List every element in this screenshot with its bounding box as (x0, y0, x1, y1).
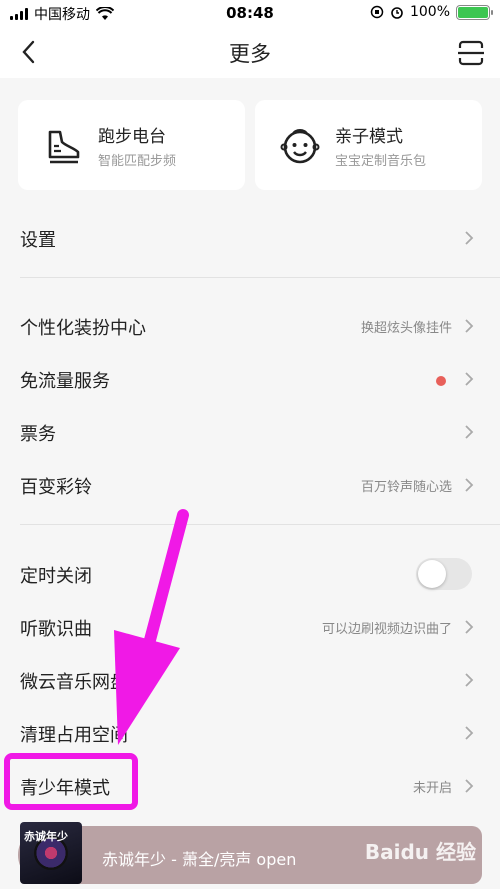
menu-item-sleep-timer[interactable]: 定时关闭 (0, 548, 500, 601)
baby-face-icon (280, 129, 320, 164)
menu-item-hint: 可以边刷视频边识曲了 (321, 622, 452, 637)
menu-item-hint: 未开启 (412, 781, 452, 796)
menu-item-label: 免流量服务 (20, 371, 110, 392)
rotation-lock-icon (370, 5, 384, 19)
card-subtitle: 宝宝定制音乐包 (335, 154, 427, 169)
menu-item-label: 设置 (20, 230, 56, 251)
card-title: 跑步电台 (98, 127, 166, 147)
menu-item-label: 微云音乐网盘 (20, 672, 128, 693)
nav-bar: 更多 (0, 26, 500, 78)
chevron-right-icon (465, 231, 474, 245)
status-bar: 中国移动 08:48 100% (0, 0, 500, 26)
menu-item-data-free[interactable]: 免流量服务 (0, 353, 500, 406)
battery-percent: 100% (409, 4, 450, 20)
menu-item-label: 清理占用空间 (20, 725, 128, 746)
now-playing-title: 赤诚年少 - 萧全/亮声 open (102, 850, 297, 869)
chevron-right-icon (465, 779, 474, 793)
menu-item-label: 定时关闭 (20, 566, 92, 587)
card-title: 亲子模式 (335, 127, 403, 147)
running-shoe-icon (48, 130, 80, 164)
chevron-right-icon (465, 620, 474, 634)
content-area: 跑步电台 智能匹配步频 亲子模式 宝宝定制音乐包 设置 个性化装扮中心 换超炫头… (0, 78, 500, 823)
sleep-timer-toggle[interactable] (416, 558, 472, 590)
menu-item-weiyun[interactable]: 微云音乐网盘 (0, 654, 500, 707)
album-cover[interactable]: 赤诚年少 (20, 822, 82, 884)
divider (20, 277, 500, 278)
menu-item-ringtone[interactable]: 百变彩铃 百万铃声随心选 (0, 459, 500, 512)
alarm-icon (391, 7, 403, 19)
menu-item-label: 百变彩铃 (20, 477, 92, 498)
feature-cards: 跑步电台 智能匹配步频 亲子模式 宝宝定制音乐包 (18, 100, 482, 190)
menu-item-song-recognition[interactable]: 听歌识曲 可以边刷视频边识曲了 (0, 601, 500, 654)
page-title: 更多 (229, 42, 271, 66)
menu-item-decor-center[interactable]: 个性化装扮中心 换超炫头像挂件 (0, 300, 500, 353)
menu-item-label: 个性化装扮中心 (20, 318, 146, 339)
scan-icon[interactable] (456, 38, 486, 68)
chevron-right-icon (465, 372, 474, 386)
chevron-right-icon (465, 319, 474, 333)
card-running-radio[interactable]: 跑步电台 智能匹配步频 (18, 100, 245, 190)
card-subtitle: 智能匹配步频 (98, 154, 177, 169)
menu-item-label: 票务 (20, 424, 56, 445)
chevron-right-icon (465, 478, 474, 492)
menu-item-label: 听歌识曲 (20, 619, 92, 640)
chevron-right-icon (465, 425, 474, 439)
menu-item-hint: 百万铃声随心选 (360, 480, 452, 495)
chevron-right-icon (465, 673, 474, 687)
divider (20, 524, 500, 525)
annotation-highlight (4, 753, 138, 810)
watermark: Baidu 经验 (364, 840, 476, 864)
battery-icon (456, 4, 493, 20)
card-kids-mode[interactable]: 亲子模式 宝宝定制音乐包 (255, 100, 482, 190)
cover-text: 赤诚年少 (24, 830, 68, 843)
chevron-right-icon (465, 726, 474, 740)
menu-item-hint: 换超炫头像挂件 (360, 321, 452, 336)
menu-item-tickets[interactable]: 票务 (0, 406, 500, 459)
menu-item-settings[interactable]: 设置 (0, 212, 500, 265)
toggle-knob (418, 560, 446, 588)
notification-dot (436, 376, 446, 386)
